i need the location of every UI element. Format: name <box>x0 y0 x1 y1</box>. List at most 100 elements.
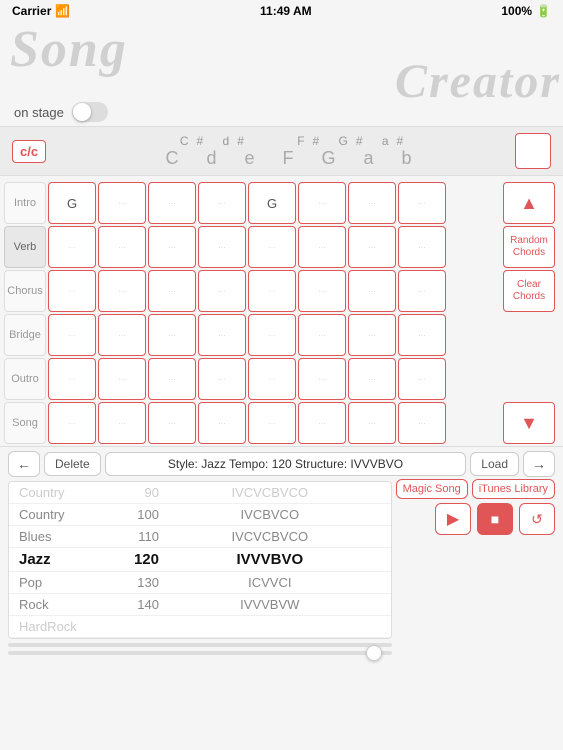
scroll-up-button[interactable]: ▲ <box>503 182 555 224</box>
wifi-icon: 📶 <box>55 4 70 18</box>
cell-3-6[interactable]: ··· <box>348 314 396 356</box>
back-button[interactable]: ← <box>8 451 40 477</box>
song-list-item-1[interactable]: Country 100 IVCBVCO <box>9 504 391 526</box>
song-list-item-2[interactable]: Blues 110 IVCVCBVCO <box>9 526 391 548</box>
cell-1-0[interactable]: ··· <box>48 226 96 268</box>
row-label-chorus[interactable]: Chorus <box>4 270 46 312</box>
cell-1-2[interactable]: ··· <box>148 226 196 268</box>
cell-1-3[interactable]: ··· <box>198 226 246 268</box>
title-area: Song Creator <box>0 22 563 100</box>
cell-5-7[interactable]: ··· <box>398 402 446 444</box>
cell-2-1[interactable]: ··· <box>98 270 146 312</box>
cell-5-1[interactable]: ··· <box>98 402 146 444</box>
cell-0-4[interactable]: G <box>248 182 296 224</box>
cell-2-5[interactable]: ··· <box>298 270 346 312</box>
cell-0-7[interactable]: ··· <box>398 182 446 224</box>
cell-0-5[interactable]: ··· <box>298 182 346 224</box>
on-stage-label: on stage <box>14 105 64 120</box>
cell-2-3[interactable]: ··· <box>198 270 246 312</box>
cell-3-2[interactable]: ··· <box>148 314 196 356</box>
status-right: 100% 🔋 <box>501 4 551 18</box>
cell-1-4[interactable]: ··· <box>248 226 296 268</box>
transport-row: ← Delete Style: Jazz Tempo: 120 Structur… <box>8 451 555 477</box>
key-blank[interactable] <box>515 133 551 169</box>
bottom-song-area: Country 90 IVCVCBVCO Country 100 IVCBVCO… <box>8 479 555 655</box>
load-button[interactable]: Load <box>470 452 519 476</box>
song-list-item-4[interactable]: Pop 130 ICVVCI <box>9 572 391 594</box>
loop-button[interactable]: ↺ <box>519 503 555 535</box>
delete-button[interactable]: Delete <box>44 452 101 476</box>
itunes-library-button[interactable]: iTunes Library <box>472 479 555 499</box>
cell-3-1[interactable]: ··· <box>98 314 146 356</box>
grid-row-verb: ··· ··· ··· ··· ··· ··· ··· ··· <box>48 226 501 268</box>
cell-5-6[interactable]: ··· <box>348 402 396 444</box>
right-panel: Magic Song iTunes Library ▶ ■ ↺ <box>396 479 555 655</box>
song-list-item-0[interactable]: Country 90 IVCVCBVCO <box>9 482 391 504</box>
cell-1-5[interactable]: ··· <box>298 226 346 268</box>
random-chords-button[interactable]: Random Chords <box>503 226 555 268</box>
cell-2-0[interactable]: ··· <box>48 270 96 312</box>
cell-3-0[interactable]: ··· <box>48 314 96 356</box>
cell-4-7[interactable]: ··· <box>398 358 446 400</box>
key-sharps-row: C# d# F# G# a# <box>76 134 515 148</box>
row-label-song[interactable]: Song <box>4 402 46 444</box>
cell-5-4[interactable]: ··· <box>248 402 296 444</box>
cell-4-5[interactable]: ··· <box>298 358 346 400</box>
cell-1-6[interactable]: ··· <box>348 226 396 268</box>
cell-4-1[interactable]: ··· <box>98 358 146 400</box>
status-bar: Carrier 📶 11:49 AM 100% 🔋 <box>0 0 563 22</box>
cell-1-7[interactable]: ··· <box>398 226 446 268</box>
song-grid-area: Intro Verb Chorus Bridge Outro Song G ··… <box>0 180 563 446</box>
grid-row-song: ··· ··· ··· ··· ··· ··· ··· ··· <box>48 402 501 444</box>
cell-0-2[interactable]: ··· <box>148 182 196 224</box>
cell-4-3[interactable]: ··· <box>198 358 246 400</box>
cell-2-7[interactable]: ··· <box>398 270 446 312</box>
grid-row-outro: ··· ··· ··· ··· ··· ··· ··· ··· <box>48 358 501 400</box>
key-c-button[interactable]: c/c <box>12 140 46 163</box>
forward-button[interactable]: → <box>523 451 555 477</box>
clear-chords-button[interactable]: Clear Chords <box>503 270 555 312</box>
cell-3-7[interactable]: ··· <box>398 314 446 356</box>
grid-row-intro: G ··· ··· ··· G ··· ··· ··· <box>48 182 501 224</box>
cell-3-3[interactable]: ··· <box>198 314 246 356</box>
row-label-bridge[interactable]: Bridge <box>4 314 46 356</box>
battery-icon: 🔋 <box>536 4 551 18</box>
cell-0-6[interactable]: ··· <box>348 182 396 224</box>
row-label-outro[interactable]: Outro <box>4 358 46 400</box>
cell-3-5[interactable]: ··· <box>298 314 346 356</box>
row-labels: Intro Verb Chorus Bridge Outro Song <box>4 182 46 444</box>
progress-bar-area <box>8 643 392 647</box>
scroll-down-button[interactable]: ▼ <box>503 402 555 444</box>
cell-0-3[interactable]: ··· <box>198 182 246 224</box>
row-label-verb[interactable]: Verb <box>4 226 46 268</box>
status-left: Carrier 📶 <box>12 4 70 18</box>
volume-handle[interactable] <box>366 645 382 661</box>
cell-2-4[interactable]: ··· <box>248 270 296 312</box>
cell-5-5[interactable]: ··· <box>298 402 346 444</box>
cell-4-0[interactable]: ··· <box>48 358 96 400</box>
cell-0-0[interactable]: G <box>48 182 96 224</box>
song-list-item-6[interactable]: HardRock <box>9 616 391 638</box>
cell-5-2[interactable]: ··· <box>148 402 196 444</box>
cell-5-0[interactable]: ··· <box>48 402 96 444</box>
on-stage-row: on stage <box>0 100 563 126</box>
stop-button[interactable]: ■ <box>477 503 513 535</box>
play-button[interactable]: ▶ <box>435 503 471 535</box>
cell-4-4[interactable]: ··· <box>248 358 296 400</box>
cell-2-6[interactable]: ··· <box>348 270 396 312</box>
song-list-item-3[interactable]: Jazz 120 IVVVBVO <box>9 548 391 572</box>
on-stage-toggle[interactable] <box>72 102 108 122</box>
cell-1-1[interactable]: ··· <box>98 226 146 268</box>
cell-2-2[interactable]: ··· <box>148 270 196 312</box>
magic-song-button[interactable]: Magic Song <box>396 479 468 499</box>
cell-0-1[interactable]: ··· <box>98 182 146 224</box>
progress-track[interactable] <box>8 643 392 647</box>
song-list-item-5[interactable]: Rock 140 IVVVBVW <box>9 594 391 616</box>
cell-3-4[interactable]: ··· <box>248 314 296 356</box>
volume-slider[interactable] <box>8 651 392 655</box>
cell-5-3[interactable]: ··· <box>198 402 246 444</box>
carrier-label: Carrier <box>12 4 51 18</box>
cell-4-2[interactable]: ··· <box>148 358 196 400</box>
cell-4-6[interactable]: ··· <box>348 358 396 400</box>
row-label-intro[interactable]: Intro <box>4 182 46 224</box>
